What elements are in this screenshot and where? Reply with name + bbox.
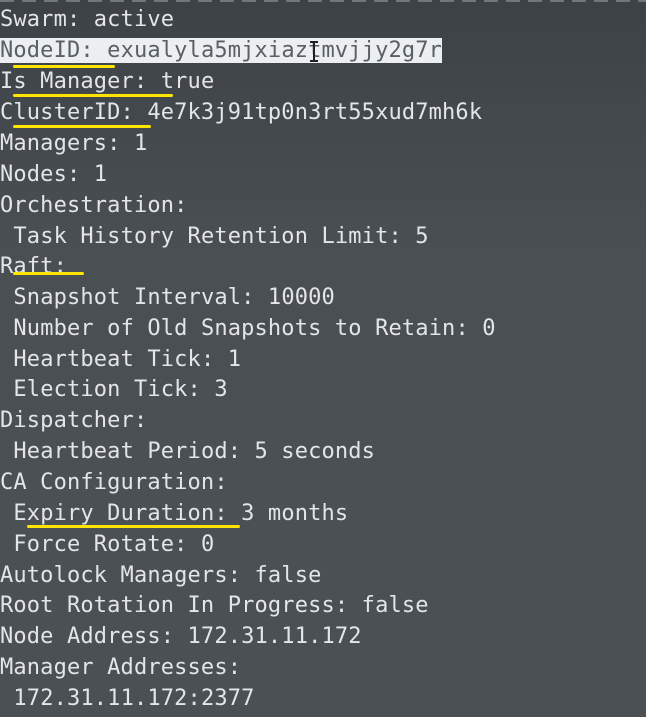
- terminal-line-is-manager: Is Manager: true: [0, 66, 214, 97]
- line-value: 0: [187, 532, 215, 557]
- annotation-underline-expiry-duration: [27, 525, 240, 528]
- annotation-underline-raft: [13, 272, 84, 275]
- line-key: Dispatcher:: [0, 408, 148, 433]
- line-key: Root Rotation In Progress:: [0, 593, 349, 618]
- terminal-line-managers: Managers: 1: [0, 128, 147, 159]
- terminal-line-dispatcher: Dispatcher:: [0, 405, 147, 436]
- terminal-line-heartbeat-tick: Heartbeat Tick: 1: [0, 344, 241, 375]
- line-value: 172.31.11.172: [174, 624, 362, 649]
- terminal-line-orchestration: Orchestration:: [0, 190, 188, 221]
- line-key: Is Manager:: [0, 69, 148, 94]
- line-key: Swarm:: [0, 7, 81, 32]
- line-key: Force Rotate:: [13, 532, 188, 557]
- terminal-line-swarm: Swarm: active: [0, 4, 174, 35]
- line-value: 3: [200, 377, 228, 402]
- terminal-line-old-snapshots: Number of Old Snapshots to Retain: 0: [0, 313, 496, 344]
- terminal-line-nodes: Nodes: 1: [0, 159, 107, 190]
- terminal-line-election-tick: Election Tick: 3: [0, 374, 228, 405]
- line-value: 1: [120, 131, 148, 156]
- terminal-line-snapshot-interval: Snapshot Interval: 10000: [0, 282, 335, 313]
- terminal-line-node-address: Node Address: 172.31.11.172: [0, 621, 362, 652]
- clipped-previous-line: [0, 0, 646, 2]
- line-key: Managers:: [0, 131, 121, 156]
- annotation-underline-nodeid: [13, 65, 115, 68]
- terminal-line-clusterid: ClusterID: 4e7k3j91tp0n3rt55xud7mh6k: [0, 97, 482, 128]
- line-key: Autolock Managers:: [0, 563, 242, 588]
- line-key: Task History Retention Limit:: [13, 224, 402, 249]
- line-key: Snapshot Interval:: [13, 285, 255, 310]
- terminal-line-autolock-managers: Autolock Managers: false: [0, 560, 322, 591]
- terminal-line-root-rotation: Root Rotation In Progress: false: [0, 590, 429, 621]
- terminal-line-task-history: Task History Retention Limit: 5: [0, 221, 429, 252]
- line-value: false: [241, 563, 322, 588]
- annotation-underline-clusterid: [13, 125, 151, 128]
- line-value: active: [80, 7, 175, 32]
- line-value: true: [147, 69, 215, 94]
- terminal-line-force-rotate: Force Rotate: 0: [0, 529, 214, 560]
- line-value: 4e7k3j91tp0n3rt55xud7mh6k: [133, 100, 483, 125]
- terminal-line-nodeid[interactable]: NodeID: exualyla5mjxiaztmvjjy2g7r: [0, 35, 443, 66]
- text-cursor-icon: [310, 41, 318, 62]
- line-key: Election Tick:: [13, 377, 201, 402]
- line-key: Node Address:: [0, 624, 175, 649]
- terminal-line-raft: Raft:: [0, 251, 67, 282]
- line-key: Heartbeat Period:: [13, 439, 242, 464]
- line-key: 172.31.11.172:2377: [13, 686, 255, 711]
- line-key: CA Configuration:: [0, 470, 228, 495]
- line-value: 0: [468, 316, 496, 341]
- line-value: 5 seconds: [241, 439, 376, 464]
- line-key: ClusterID:: [0, 100, 134, 125]
- terminal-line-manager-addresses: Manager Addresses:: [0, 652, 241, 683]
- line-value: false: [348, 593, 429, 618]
- terminal-window[interactable]: Swarm: active NodeID: exualyla5mjxiaztmv…: [0, 0, 646, 717]
- line-key: Manager Addresses:: [0, 655, 242, 680]
- line-value: 3 months: [227, 501, 349, 526]
- line-value: 5: [401, 224, 429, 249]
- line-key: NodeID:: [0, 38, 94, 63]
- line-key: Raft:: [0, 254, 67, 279]
- line-value: exualyla5mjxiaztmvjjy2g7r: [93, 38, 443, 63]
- terminal-line-ca-configuration: CA Configuration:: [0, 467, 228, 498]
- annotation-underline-is-manager: [13, 94, 173, 97]
- line-key: Expiry Duration:: [13, 501, 228, 526]
- line-key: Nodes:: [0, 162, 81, 187]
- selected-text[interactable]: NodeID: exualyla5mjxiaztmvjjy2g7r: [0, 38, 443, 63]
- line-key: Heartbeat Tick:: [13, 347, 215, 372]
- line-key: Orchestration:: [0, 193, 188, 218]
- line-value: 1: [214, 347, 242, 372]
- terminal-line-manager-address-entry: 172.31.11.172:2377: [0, 683, 255, 714]
- terminal-line-heartbeat-period: Heartbeat Period: 5 seconds: [0, 436, 375, 467]
- line-key: Number of Old Snapshots to Retain:: [13, 316, 469, 341]
- line-value: 10000: [254, 285, 335, 310]
- line-value: 1: [80, 162, 108, 187]
